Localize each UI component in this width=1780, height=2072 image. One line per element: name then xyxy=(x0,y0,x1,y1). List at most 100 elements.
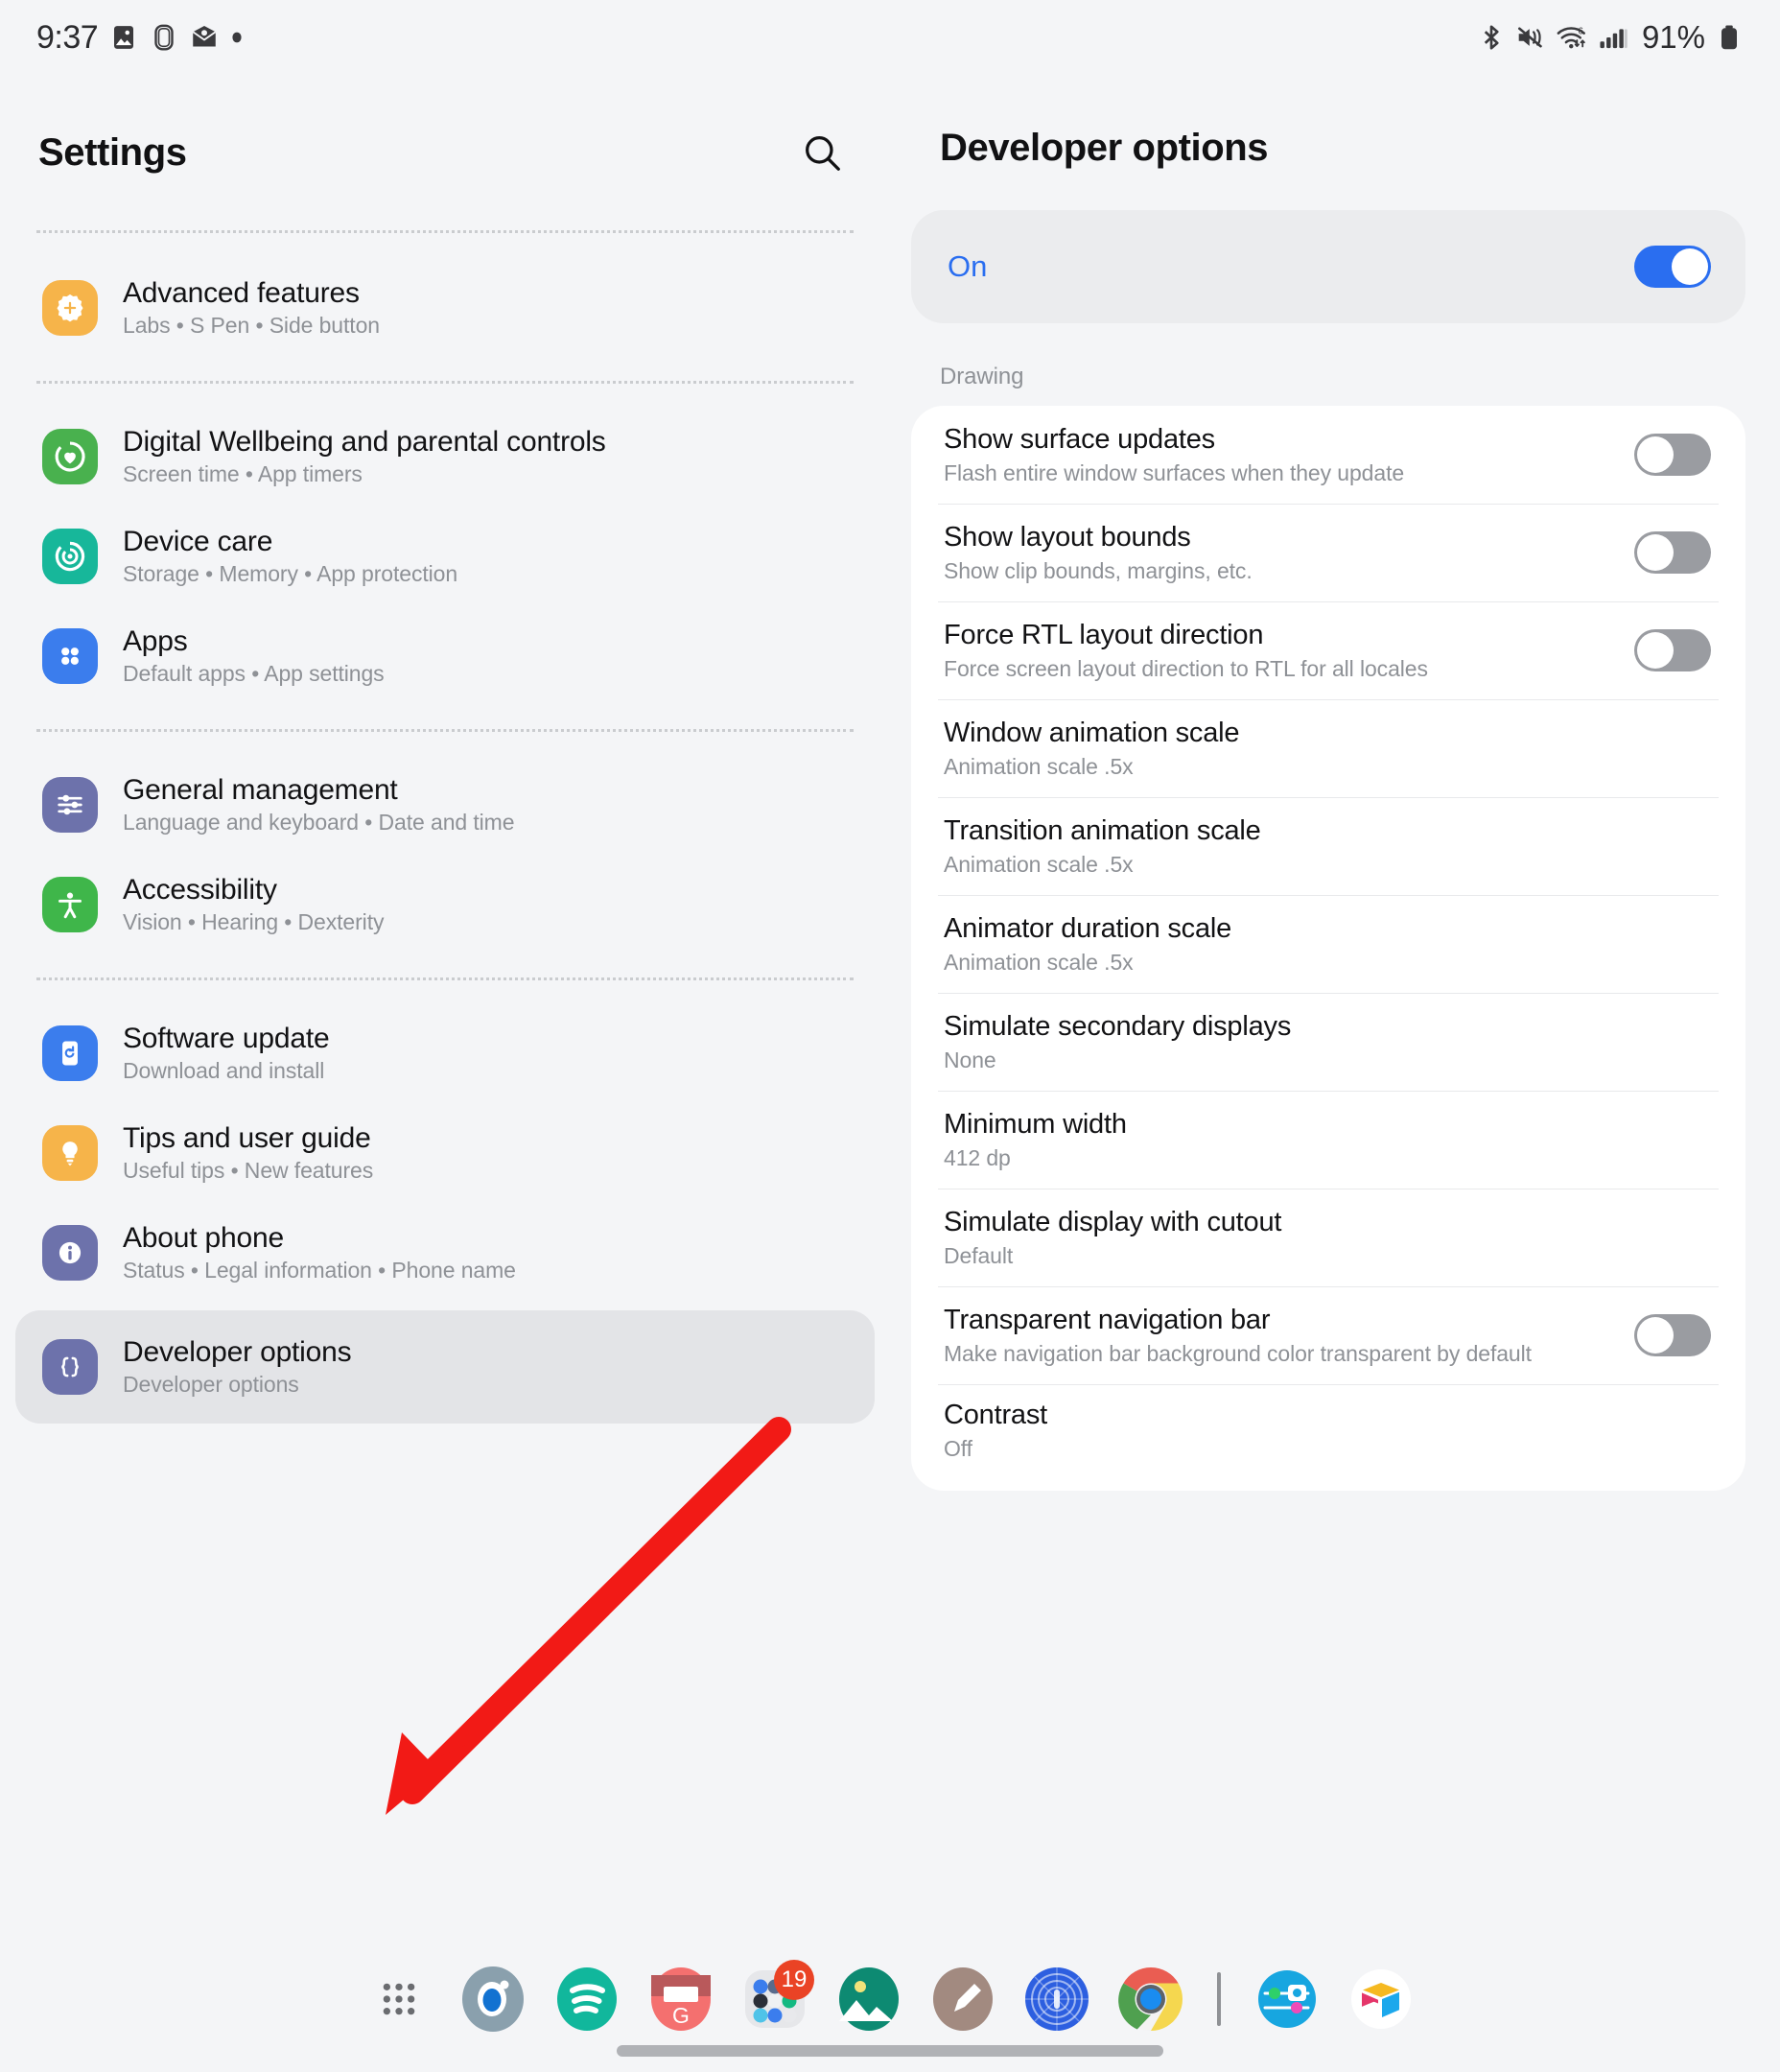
settings-group: General management Language and keyboard… xyxy=(0,732,890,954)
battery-full-icon xyxy=(1717,23,1742,52)
app-drawer-icon[interactable] xyxy=(358,1958,440,2040)
developer-options-master-row[interactable]: On xyxy=(911,210,1745,323)
cellular-signal-icon xyxy=(1598,23,1628,52)
sidebar-item-general-management[interactable]: General management Language and keyboard… xyxy=(15,755,875,855)
gallery-icon[interactable] xyxy=(828,1958,910,2040)
chrome-icon[interactable] xyxy=(1110,1958,1192,2040)
option-row-window-animation-scale[interactable]: Window animation scale Animation scale .… xyxy=(911,699,1745,797)
samsung-internet-icon[interactable] xyxy=(452,1958,534,2040)
sidebar-item-title: Device care xyxy=(123,526,273,557)
drawing-options-card: Show surface updates Flash entire window… xyxy=(911,406,1745,1491)
home-indicator[interactable] xyxy=(617,2045,1163,2057)
option-text: Animator duration scale Animation scale … xyxy=(944,898,1231,991)
sidebar-item-advanced-features[interactable]: Advanced features Labs • S Pen • Side bu… xyxy=(15,258,875,358)
option-row-transition-animation-scale[interactable]: Transition animation scale Animation sca… xyxy=(911,797,1745,895)
sidebar-item-title: Developer options xyxy=(123,1336,352,1368)
sidebar-item-software-update[interactable]: Software update Download and install xyxy=(15,1003,875,1103)
sidebar-item-device-care[interactable]: Device care Storage • Memory • App prote… xyxy=(15,506,875,606)
battery-percent: 91% xyxy=(1641,19,1705,55)
accessibility-icon xyxy=(42,877,98,932)
option-title: Simulate display with cutout xyxy=(944,1206,1282,1237)
sidebar-item-title: Digital Wellbeing and parental controls xyxy=(123,426,606,458)
divider xyxy=(36,381,854,384)
option-text: Simulate secondary displays None xyxy=(944,996,1291,1089)
sliders-icon xyxy=(42,777,98,833)
option-row-contrast[interactable]: Contrast Off xyxy=(911,1384,1745,1491)
option-row-animator-duration-scale[interactable]: Animator duration scale Animation scale … xyxy=(911,895,1745,993)
dot-icon xyxy=(230,31,244,44)
status-bar-right: 6 91% xyxy=(1477,19,1742,56)
option-subtitle: Flash entire window surfaces when they u… xyxy=(944,459,1405,485)
svg-text:6: 6 xyxy=(1578,27,1582,37)
notification-badge: 19 xyxy=(774,1960,814,2000)
screen-recorder-icon xyxy=(150,23,178,52)
option-toggle[interactable] xyxy=(1634,1314,1711,1356)
option-title: Window animation scale xyxy=(944,717,1240,748)
option-subtitle: 412 dp xyxy=(944,1144,1011,1170)
mute-vibrate-icon xyxy=(1515,23,1546,52)
device-care-icon xyxy=(42,529,98,584)
sidebar-item-apps[interactable]: Apps Default apps • App settings xyxy=(15,606,875,706)
status-bar-left: 9:37 xyxy=(36,19,244,57)
sidebar-item-subtitle: Labs • S Pen • Side button xyxy=(123,313,380,338)
spotify-icon[interactable] xyxy=(546,1958,628,2040)
wifi6-icon: 6 xyxy=(1556,23,1588,52)
option-toggle[interactable] xyxy=(1634,629,1711,671)
sidebar-item-tips-and-user-guide[interactable]: Tips and user guide Useful tips • New fe… xyxy=(15,1103,875,1203)
svg-text:G: G xyxy=(672,2003,690,2028)
sidebar-item-accessibility[interactable]: Accessibility Vision • Hearing • Dexteri… xyxy=(15,855,875,954)
option-title: Show surface updates xyxy=(944,423,1215,455)
gmail-icon[interactable]: G xyxy=(640,1958,722,2040)
sidebar-item-digital-wellbeing[interactable]: Digital Wellbeing and parental controls … xyxy=(15,407,875,506)
sidebar-item-developer-options[interactable]: Developer options Developer options xyxy=(15,1310,875,1424)
option-title: Contrast xyxy=(944,1400,1047,1430)
option-text: Show surface updates Flash entire window… xyxy=(944,409,1404,502)
sidebar-item-title: General management xyxy=(123,774,398,806)
dock-items: G 19 xyxy=(358,1958,1422,2040)
onepassword-icon[interactable] xyxy=(1016,1958,1098,2040)
sidebar-item-text: Digital Wellbeing and parental controls … xyxy=(123,426,606,487)
sidebar-item-text: Developer options Developer options xyxy=(123,1336,352,1398)
sidebar-item-text: Tips and user guide Useful tips • New fe… xyxy=(123,1122,373,1184)
software-update-icon xyxy=(42,1025,98,1081)
option-row-transparent-navigation-bar[interactable]: Transparent navigation bar Make navigati… xyxy=(911,1286,1745,1384)
option-row-show-layout-bounds[interactable]: Show layout bounds Show clip bounds, mar… xyxy=(911,504,1745,601)
device-settings-icon[interactable] xyxy=(1246,1958,1328,2040)
option-title: Transition animation scale xyxy=(944,814,1261,846)
option-row-force-rtl-layout-direction[interactable]: Force RTL layout direction Force screen … xyxy=(911,601,1745,699)
option-text: Show layout bounds Show clip bounds, mar… xyxy=(944,506,1253,600)
phone-screen: 9:37 6 91% Settings Advanced features La… xyxy=(0,0,1780,2072)
samsung-notes-icon[interactable] xyxy=(922,1958,1004,2040)
option-text: Transparent navigation bar Make navigati… xyxy=(944,1289,1532,1382)
section-header-drawing: Drawing xyxy=(940,364,1024,389)
sidebar-item-subtitle: Vision • Hearing • Dexterity xyxy=(123,909,385,934)
bluetooth-icon xyxy=(1477,23,1506,52)
option-row-show-surface-updates[interactable]: Show surface updates Flash entire window… xyxy=(911,406,1745,504)
option-row-minimum-width[interactable]: Minimum width 412 dp xyxy=(911,1091,1745,1189)
master-toggle-label: On xyxy=(948,249,988,283)
sidebar-item-subtitle: Language and keyboard • Date and time xyxy=(123,810,515,835)
search-icon[interactable] xyxy=(796,127,848,178)
apps-icon xyxy=(42,628,98,684)
sidebar-item-about-phone[interactable]: About phone Status • Legal information •… xyxy=(15,1203,875,1303)
option-row-simulate-display-with-cutout[interactable]: Simulate display with cutout Default xyxy=(911,1189,1745,1286)
advanced-features-icon xyxy=(42,280,98,336)
airtable-icon[interactable] xyxy=(1340,1958,1422,2040)
master-toggle[interactable] xyxy=(1634,246,1711,288)
settings-header: Settings xyxy=(0,75,890,178)
option-subtitle: None xyxy=(944,1047,996,1072)
option-toggle[interactable] xyxy=(1634,434,1711,476)
sidebar-item-text: Apps Default apps • App settings xyxy=(123,625,385,687)
sidebar-item-subtitle: Screen time • App timers xyxy=(123,461,363,486)
settings-group: Digital Wellbeing and parental controls … xyxy=(0,384,890,706)
option-toggle[interactable] xyxy=(1634,531,1711,574)
option-title: Transparent navigation bar xyxy=(944,1304,1271,1335)
option-text: Transition animation scale Animation sca… xyxy=(944,800,1261,893)
option-text: Window animation scale Animation scale .… xyxy=(944,702,1240,795)
option-row-simulate-secondary-displays[interactable]: Simulate secondary displays None xyxy=(911,993,1745,1091)
app-folder-icon[interactable]: 19 xyxy=(734,1958,816,2040)
option-text: Minimum width 412 dp xyxy=(944,1094,1127,1187)
developer-options-pane: Developer options On Drawing Show surfac… xyxy=(890,75,1780,1926)
divider xyxy=(36,230,854,233)
option-title: Force RTL layout direction xyxy=(944,619,1264,650)
